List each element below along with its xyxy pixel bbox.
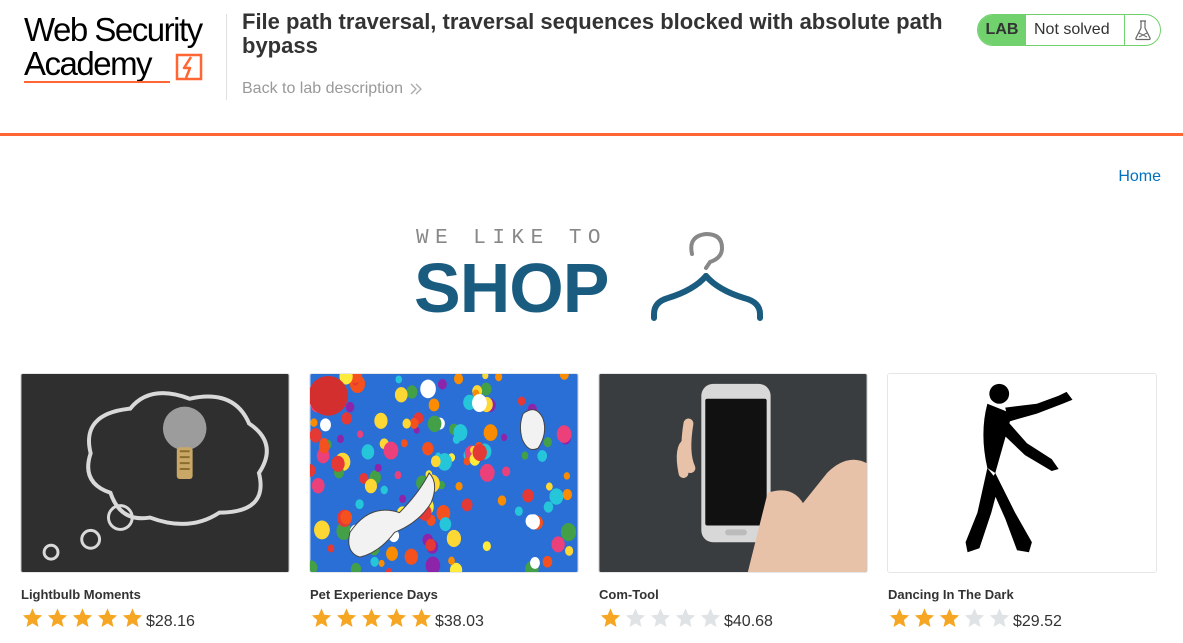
lab-status-widget: LAB Not solved xyxy=(977,14,1161,46)
product-card[interactable]: Pet Experience Days $38.03 xyxy=(309,373,579,643)
product-name: Dancing In The Dark xyxy=(888,587,1014,602)
star-empty-icon xyxy=(989,608,1010,627)
header-divider xyxy=(226,14,227,100)
star-empty-icon xyxy=(625,608,646,627)
clothes-hanger-icon xyxy=(651,231,763,321)
star-filled-icon xyxy=(600,608,621,627)
product-price: $29.52 xyxy=(1013,613,1062,630)
product-rating xyxy=(598,607,723,629)
lab-status-text: Not solved xyxy=(1034,21,1110,38)
star-filled-icon xyxy=(72,608,93,627)
dancing-silhouette-image[interactable] xyxy=(887,373,1157,573)
star-filled-icon xyxy=(889,608,910,627)
product-price: $38.03 xyxy=(435,613,484,630)
star-filled-icon xyxy=(939,608,960,627)
product-name: Pet Experience Days xyxy=(310,587,438,602)
star-filled-icon xyxy=(122,608,143,627)
lightbulb-chalk-image[interactable] xyxy=(20,373,290,573)
star-empty-icon xyxy=(675,608,696,627)
star-filled-icon xyxy=(97,608,118,627)
product-grid: Lightbulb Moments $28.16 Pet Experience … xyxy=(20,373,1162,643)
flask-icon xyxy=(1124,15,1160,45)
product-rating xyxy=(20,607,145,629)
balloons-dog-image[interactable] xyxy=(309,373,579,573)
star-empty-icon xyxy=(650,608,671,627)
smartphone-hand-image[interactable] xyxy=(598,373,868,573)
star-filled-icon xyxy=(22,608,43,627)
shop-wordmark: SHOP xyxy=(414,249,609,327)
product-card[interactable]: Com-Tool $40.68 xyxy=(598,373,868,643)
home-link[interactable]: Home xyxy=(1118,168,1161,186)
product-card[interactable]: Lightbulb Moments $28.16 xyxy=(20,373,290,643)
star-filled-icon xyxy=(336,608,357,627)
back-link-label: Back to lab description xyxy=(242,80,403,97)
star-filled-icon xyxy=(411,608,432,627)
lab-badge: LAB xyxy=(978,15,1026,45)
we-like-to-shop-logo: WE LIKE TO SHOP xyxy=(414,226,774,327)
back-to-lab-description-link[interactable]: Back to lab description xyxy=(242,80,423,98)
star-filled-icon xyxy=(47,608,68,627)
logo-underline xyxy=(24,81,170,83)
product-rating xyxy=(309,607,434,629)
logo-text-line1: Web Security xyxy=(24,11,203,48)
double-chevron-right-icon xyxy=(410,83,422,95)
product-name: Com-Tool xyxy=(599,587,659,602)
product-rating xyxy=(887,607,1012,629)
star-filled-icon xyxy=(311,608,332,627)
web-security-academy-logo[interactable]: Web Security Academy xyxy=(24,12,224,84)
star-filled-icon xyxy=(914,608,935,627)
logo-text-line2: Academy xyxy=(24,45,153,82)
product-price: $28.16 xyxy=(146,613,195,630)
product-card[interactable]: Dancing In The Dark $29.52 xyxy=(887,373,1157,643)
lab-title: File path traversal, traversal sequences… xyxy=(242,9,943,58)
star-filled-icon xyxy=(361,608,382,627)
star-empty-icon xyxy=(700,608,721,627)
academy-header: Web Security Academy File path traversal… xyxy=(0,0,1183,136)
shop-tagline: WE LIKE TO xyxy=(416,227,608,250)
product-price: $40.68 xyxy=(724,613,773,630)
academy-lightning-icon xyxy=(175,53,203,81)
star-empty-icon xyxy=(964,608,985,627)
product-name: Lightbulb Moments xyxy=(21,587,141,602)
star-filled-icon xyxy=(386,608,407,627)
